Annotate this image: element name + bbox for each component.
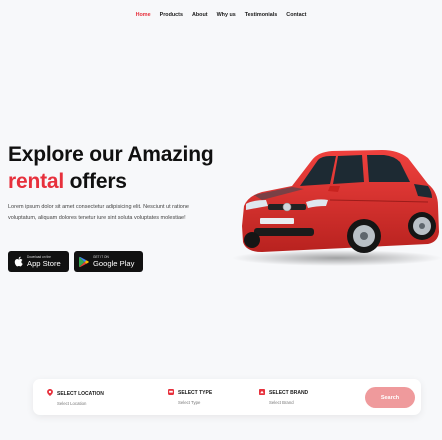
location-select[interactable]: SELECT LOCATION Select Location bbox=[47, 389, 104, 406]
google-play-icon bbox=[79, 256, 89, 268]
store-buttons: Download on the App Store GET IT ON Goog… bbox=[8, 251, 143, 272]
nav-testimonials[interactable]: Testimonials bbox=[245, 12, 278, 18]
google-play-label: Google Play bbox=[93, 258, 135, 268]
search-button[interactable]: Search bbox=[365, 387, 415, 408]
location-label: SELECT LOCATION bbox=[57, 390, 104, 397]
location-value: Select Location bbox=[57, 401, 87, 406]
app-store-label: App Store bbox=[27, 258, 61, 268]
apple-icon bbox=[13, 256, 23, 268]
brand-label: SELECT BRAND bbox=[269, 390, 309, 396]
nav-products[interactable]: Products bbox=[160, 12, 183, 18]
brand-select[interactable]: SELECT BRAND Select Brand bbox=[259, 389, 308, 405]
type-label: SELECT TYPE bbox=[178, 390, 213, 396]
brand-value: Select Brand bbox=[269, 400, 294, 405]
location-pin-icon bbox=[47, 389, 53, 398]
nav-about[interactable]: About bbox=[192, 12, 208, 18]
hero-title-accent: rental bbox=[8, 170, 64, 193]
search-bar: SELECT LOCATION Select Location SELECT T… bbox=[33, 379, 421, 415]
type-value: Select Type bbox=[178, 400, 201, 405]
red-car-image bbox=[232, 150, 442, 266]
type-select[interactable]: SELECT TYPE Select Type bbox=[168, 389, 212, 405]
hero-title-line1: Explore our Amazing bbox=[8, 143, 214, 166]
nav-contact[interactable]: Contact bbox=[286, 12, 306, 18]
nav-home[interactable]: Home bbox=[136, 12, 151, 18]
main-nav: Home Products About Why us Testimonials … bbox=[0, 12, 442, 18]
nav-why-us[interactable]: Why us bbox=[217, 12, 236, 18]
google-play-button[interactable]: GET IT ON Google Play bbox=[74, 251, 143, 272]
brand-icon bbox=[259, 389, 265, 397]
hero-title: Explore our Amazing rental offers bbox=[8, 141, 214, 195]
hero-title-rest: offers bbox=[64, 170, 127, 193]
hero-description: Lorem ipsum dolor sit amet consectetur a… bbox=[8, 204, 189, 221]
app-store-button[interactable]: Download on the App Store bbox=[8, 251, 69, 272]
car-type-icon bbox=[168, 389, 174, 397]
